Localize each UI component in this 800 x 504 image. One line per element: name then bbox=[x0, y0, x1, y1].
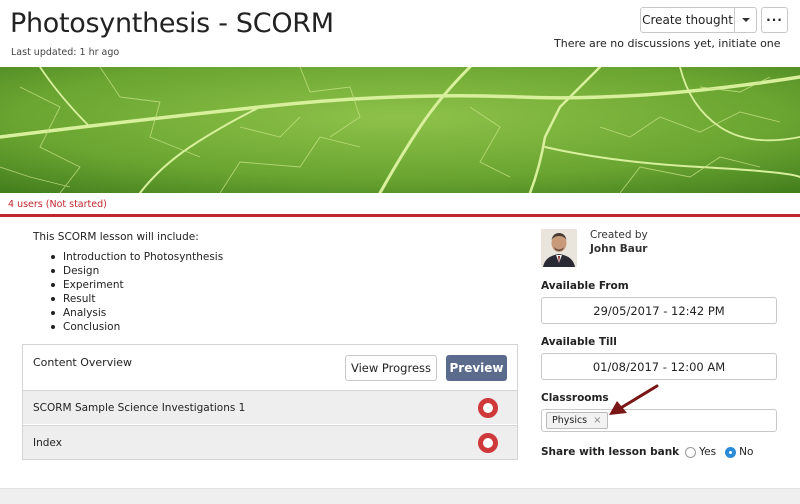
user-status-bar: 4 users (Not started) bbox=[0, 193, 800, 217]
last-updated: Last updated: 1 hr ago bbox=[11, 47, 120, 58]
lesson-banner-image bbox=[0, 67, 800, 193]
page-title: Photosynthesis - SCORM bbox=[10, 8, 334, 39]
available-till-field[interactable]: 01/08/2017 - 12:00 AM bbox=[541, 353, 777, 380]
status-ring-icon bbox=[478, 398, 498, 418]
more-options-button[interactable]: ··· bbox=[761, 7, 788, 33]
footer-band bbox=[0, 488, 800, 504]
list-item: Result bbox=[33, 292, 223, 306]
classroom-tag: Physics × bbox=[546, 412, 608, 429]
table-row[interactable]: Index bbox=[23, 425, 517, 459]
content-overview-panel: Content Overview View Progress Preview S… bbox=[22, 344, 518, 460]
content-item-label: Index bbox=[33, 437, 62, 449]
share-no-radio[interactable] bbox=[725, 446, 737, 458]
classrooms-label: Classrooms bbox=[541, 392, 609, 404]
lesson-intro: This SCORM lesson will include: bbox=[33, 231, 199, 243]
chevron-down-icon bbox=[741, 18, 750, 22]
discussion-note: There are no discussions yet, initiate o… bbox=[554, 37, 781, 50]
preview-button[interactable]: Preview bbox=[446, 355, 507, 381]
share-label: Share with lesson bank bbox=[541, 446, 680, 458]
avatar bbox=[541, 229, 577, 267]
create-thought-dropdown-button[interactable] bbox=[734, 7, 757, 33]
table-row[interactable]: SCORM Sample Science Investigations 1 bbox=[23, 390, 517, 424]
list-item: Introduction to Photosynthesis bbox=[33, 250, 223, 264]
list-item: Design bbox=[33, 264, 223, 278]
lesson-description: This SCORM lesson will include: Introduc… bbox=[33, 231, 223, 334]
content-overview-title: Content Overview bbox=[33, 356, 133, 369]
share-no-label[interactable]: No bbox=[739, 446, 753, 458]
available-till-label: Available Till bbox=[541, 336, 617, 348]
list-item: Conclusion bbox=[33, 320, 223, 334]
status-ring-icon bbox=[478, 433, 498, 453]
creator-name: John Baur bbox=[590, 243, 648, 255]
list-item: Experiment bbox=[33, 278, 223, 292]
share-yes-label[interactable]: Yes bbox=[699, 446, 716, 458]
remove-tag-icon[interactable]: × bbox=[593, 415, 601, 426]
available-from-field[interactable]: 29/05/2017 - 12:42 PM bbox=[541, 297, 777, 324]
annotation-arrow-icon bbox=[609, 384, 659, 415]
content-item-label: SCORM Sample Science Investigations 1 bbox=[33, 402, 246, 414]
created-by-label: Created by bbox=[590, 229, 648, 241]
create-thought-button[interactable]: Create thought bbox=[640, 7, 735, 33]
available-from-label: Available From bbox=[541, 280, 629, 292]
classroom-tag-label: Physics bbox=[552, 415, 588, 426]
users-status-text[interactable]: 4 users (Not started) bbox=[8, 199, 107, 210]
share-lesson-bank: Share with lesson bank Yes No bbox=[541, 446, 762, 458]
lesson-topic-list: Introduction to Photosynthesis Design Ex… bbox=[33, 250, 223, 334]
share-yes-radio[interactable] bbox=[685, 446, 697, 458]
view-progress-button[interactable]: View Progress bbox=[345, 355, 437, 381]
list-item: Analysis bbox=[33, 306, 223, 320]
